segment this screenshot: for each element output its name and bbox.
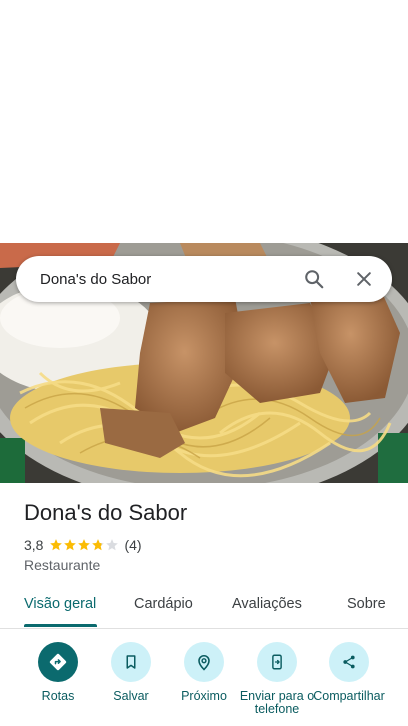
send-to-phone-button[interactable]: Enviar para o telefone [237, 642, 317, 716]
place-category: Restaurante [24, 557, 101, 573]
rating-row[interactable]: 3,8 (4) [24, 536, 142, 554]
bookmark-icon [111, 642, 151, 682]
star-icon [49, 538, 63, 552]
send-to-phone-label: Enviar para o telefone [239, 689, 315, 716]
search-bar[interactable]: Dona's do Sabor [16, 256, 392, 302]
star-icon [91, 538, 105, 552]
active-tab-indicator [24, 624, 97, 627]
star-icon [105, 538, 119, 552]
nearby-button[interactable]: Próximo [164, 642, 244, 703]
share-button[interactable]: Compartilhar [309, 642, 389, 703]
review-count[interactable]: (4) [124, 537, 141, 553]
search-icon[interactable] [302, 267, 326, 291]
send-to-phone-icon [257, 642, 297, 682]
share-icon [329, 642, 369, 682]
nearby-label: Próximo [181, 689, 227, 703]
place-title: Dona's do Sabor [24, 500, 188, 525]
close-icon[interactable] [352, 267, 376, 291]
star-icon [63, 538, 77, 552]
action-bar: Rotas Salvar Próximo Enviar para o telef… [0, 640, 408, 726]
tab-overview[interactable]: Visão geral [24, 596, 96, 612]
tab-reviews[interactable]: Avaliações [232, 596, 302, 612]
tab-menu[interactable]: Cardápio [134, 596, 193, 612]
tab-about[interactable]: Sobre [347, 596, 386, 612]
nearby-icon [184, 642, 224, 682]
directions-button[interactable]: Rotas [18, 642, 98, 703]
directions-label: Rotas [41, 689, 75, 703]
share-label: Compartilhar [313, 689, 385, 703]
save-label: Salvar [113, 689, 149, 703]
save-button[interactable]: Salvar [91, 642, 171, 703]
directions-icon [38, 642, 78, 682]
tab-bar: Visão geral Cardápio Avaliações Sobre [0, 586, 408, 629]
map-blank-area [0, 0, 408, 243]
search-query[interactable]: Dona's do Sabor [40, 271, 302, 288]
star-icon [77, 538, 91, 552]
rating-stars [49, 538, 119, 552]
rating-value: 3,8 [24, 537, 44, 553]
